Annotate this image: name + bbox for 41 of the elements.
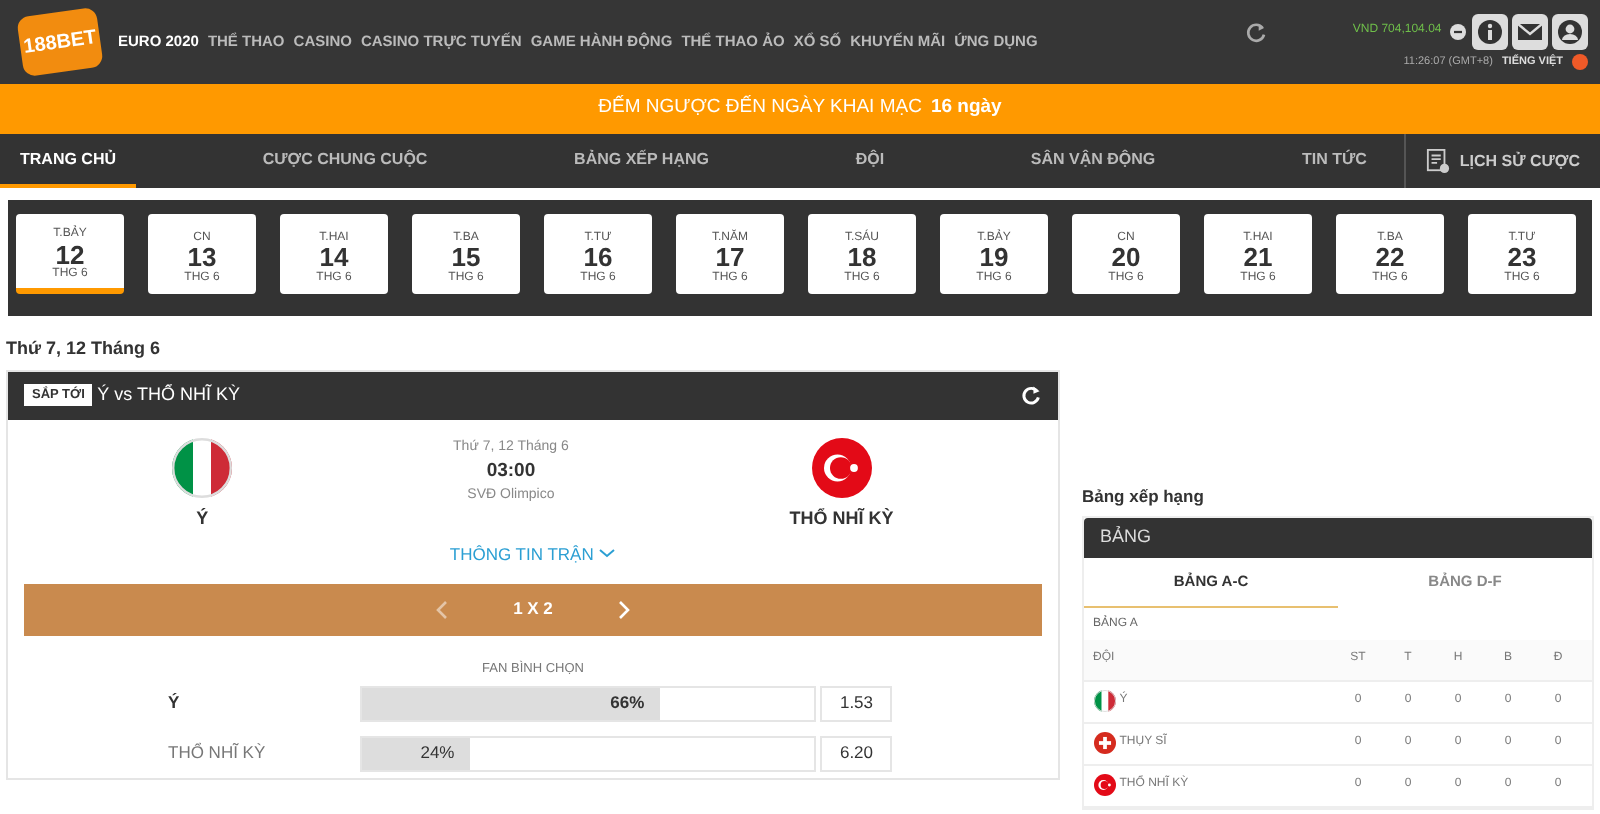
- countdown-days: 16 ngày: [930, 94, 1002, 124]
- tab[interactable]: SÂN VẬN ĐỘNG: [1010, 134, 1176, 188]
- panel-header: BẢNG: [1100, 524, 1152, 550]
- flag-icon: [172, 437, 233, 497]
- info-icon: [1475, 17, 1503, 46]
- tab[interactable]: ĐỘI: [835, 134, 905, 188]
- refresh-icon[interactable]: [1020, 384, 1042, 406]
- countdown-text: ĐẾM NGƯỢC ĐẾN NGÀY KHAI MẠC: [598, 94, 922, 123]
- tab[interactable]: CƯỢC CHUNG CUỘC: [242, 134, 448, 188]
- flag-icon: [1093, 732, 1115, 754]
- minus-icon[interactable]: [1450, 23, 1467, 40]
- standings-title: Bảng xếp hạng: [1082, 484, 1206, 510]
- history-button[interactable]: LỊCH SỬ CƯỢC: [1404, 134, 1600, 188]
- flag-icon: [1093, 690, 1115, 712]
- chevron-right-icon: [618, 599, 631, 619]
- vote-percent: 24%: [420, 740, 455, 767]
- info-button[interactable]: [1471, 13, 1507, 50]
- mail-button[interactable]: [1511, 13, 1548, 50]
- match-time: 03:00: [484, 458, 538, 486]
- match-title: Ý vs THỔ NHĨ KỲ: [97, 381, 242, 408]
- team-name: THỔ NHĨ KỲ: [789, 506, 894, 532]
- chevron-down-icon: [598, 548, 617, 561]
- tab[interactable]: TIN TỨC: [1281, 134, 1387, 188]
- date-heading: Thứ 7, 12 Tháng 6: [4, 336, 163, 362]
- account-button[interactable]: [1552, 13, 1588, 50]
- account-icon: [1556, 17, 1584, 46]
- notification-dot: [1572, 54, 1588, 71]
- team-name: Ý: [196, 506, 209, 532]
- market-label: 1 X 2: [513, 596, 553, 622]
- chevron-left-icon: [435, 599, 448, 619]
- flag-icon: [1093, 774, 1115, 796]
- odds-cell[interactable]: 6.20: [820, 735, 893, 772]
- tab[interactable]: TRANG CHỦ: [0, 134, 136, 188]
- tab[interactable]: BẢNG XẾP HẠNG: [554, 134, 729, 188]
- document-icon: [1426, 148, 1451, 174]
- odds-cell[interactable]: 1.53: [820, 685, 893, 722]
- flag-icon: [811, 437, 872, 497]
- vote-team: Ý: [168, 690, 182, 717]
- vote-percent: 66%: [610, 690, 645, 717]
- refresh-icon[interactable]: [1244, 19, 1269, 44]
- vote-team: THỔ NHĨ KỲ: [168, 740, 268, 767]
